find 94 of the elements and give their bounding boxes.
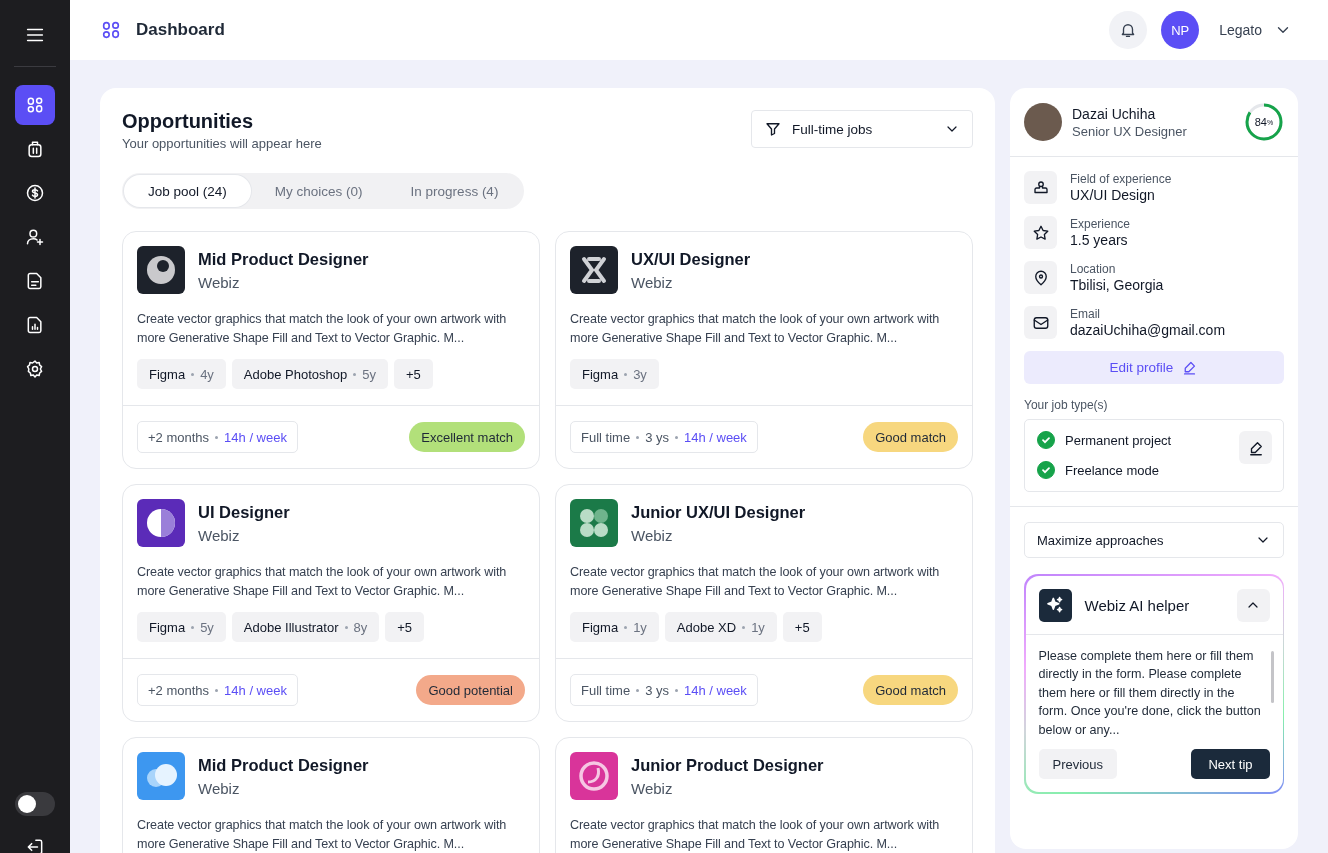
company-logo: [137, 246, 185, 294]
job-title: Mid Product Designer: [198, 250, 369, 269]
profile-role: Senior UX Designer: [1072, 123, 1187, 139]
job-card[interactable]: UX/UI Designer Webiz Create vector graphics that match the look of your own artwork with more Generative Shape Fill and Text to Vector Graphic. M... Figma 3y Full time 3 ys 14h / week Good match: [555, 231, 973, 469]
company-logo: [137, 752, 185, 800]
job-terms: +2 months 14h / week: [137, 421, 298, 453]
skill-tag: Figma 3y: [570, 359, 659, 389]
match-badge: Good match: [863, 422, 958, 452]
document-icon: [25, 271, 45, 291]
sparkles-icon: [1045, 595, 1065, 615]
dashboard-icon: [100, 19, 122, 41]
job-title: UI Designer: [198, 503, 290, 522]
collapse-button[interactable]: [1236, 588, 1270, 622]
job-terms: Full time 3 ys 14h / week: [570, 674, 758, 706]
more-skills-tag: +5: [393, 359, 433, 389]
detail-value: dazaiUchiha@gmail.com: [1070, 322, 1226, 338]
ai-tip-text: Please complete them here or fill them directly in the form. Please complete them here or fill them directly in the form. Once you're done, click the button below or any...: [1038, 647, 1262, 739]
star-icon: [1031, 223, 1050, 242]
next-tip-button[interactable]: Next tip: [1191, 749, 1270, 779]
settings-icon: [25, 359, 45, 379]
job-description: Create vector graphics that match the look of your own artwork with more Generative Shape Fill and Text to Vector Graphic. M...: [137, 311, 508, 347]
user-menu[interactable]: Legato: [1213, 20, 1298, 40]
job-card[interactable]: Mid Product Designer Webiz Create vector graphics that match the look of your own artwork with more Generative Shape Fill and Text to Vector Graphic. M...: [122, 737, 540, 853]
job-description: Create vector graphics that match the look of your own artwork with more Generative Shape Fill and Text to Vector Graphic. M...: [137, 564, 508, 600]
previous-button[interactable]: Previous: [1038, 749, 1118, 779]
job-title: Junior Product Designer: [631, 756, 824, 775]
detail-label: Field of experience: [1070, 172, 1172, 186]
job-card[interactable]: [122, 231, 540, 469]
more-skills-tag: +5: [782, 612, 822, 642]
detail-value: Tbilisi, Georgia: [1070, 277, 1164, 293]
skill-tag: Figma 5y: [137, 612, 226, 642]
job-card[interactable]: [555, 484, 973, 722]
skill-tag: Figma 4y: [137, 359, 226, 389]
job-type-label: Freelance mode: [1065, 462, 1159, 478]
page-title: Dashboard: [136, 20, 225, 40]
job-title: Mid Product Designer: [198, 756, 369, 775]
job-type-label: Permanent project: [1065, 432, 1172, 448]
notifications-button[interactable]: [1109, 11, 1148, 49]
user-plus-icon: [25, 227, 45, 247]
company-name: Webiz: [198, 274, 241, 291]
skill-tag: Adobe Photoshop 5y: [231, 359, 388, 389]
job-filter-dropdown[interactable]: Full-time jobs: [751, 110, 973, 148]
job-card[interactable]: Junior Product Designer Webiz Create vector graphics that match the look of your own artwork with more Generative Shape Fill and Text to Vector Graphic. M...: [555, 737, 973, 853]
detail-label: Experience: [1070, 217, 1131, 231]
job-card[interactable]: [122, 484, 540, 722]
skill-tag: Figma 1y: [570, 612, 659, 642]
company-name: Webiz: [631, 780, 674, 797]
report-icon: [25, 315, 45, 335]
section-subtitle: Your opportunities will appear here: [122, 136, 322, 151]
tab[interactable]: My choices (0): [250, 175, 387, 207]
toggle-switch[interactable]: [15, 792, 55, 816]
approach-dropdown[interactable]: Maximize approaches: [1024, 522, 1284, 558]
detail-label: Location: [1070, 262, 1117, 276]
match-badge: Good potential: [416, 675, 525, 705]
skill-tag: Adobe Illustrator 8y: [231, 612, 380, 642]
company-name: Webiz: [631, 527, 674, 544]
company-logo: [570, 499, 618, 547]
tab[interactable]: In progress (4): [386, 175, 523, 207]
logout-icon: [25, 837, 45, 853]
company-logo: [570, 752, 618, 800]
detail-value: UX/UI Design: [1070, 187, 1156, 203]
job-title: Junior UX/UI Designer: [631, 503, 806, 522]
skill-tag: Adobe XD 1y: [664, 612, 777, 642]
dashboard-icon: [25, 95, 45, 115]
job-terms: Full time 3 ys 14h / week: [570, 421, 758, 453]
job-description: Create vector graphics that match the look of your own artwork with more Generative Shape Fill and Text to Vector Graphic. M...: [570, 564, 941, 600]
edit-profile-button[interactable]: Edit profile: [1024, 351, 1284, 384]
user-avatar[interactable]: NP: [1161, 11, 1200, 49]
edit-job-types-button[interactable]: [1239, 431, 1272, 464]
company-logo: [137, 499, 185, 547]
job-terms: +2 months 14h / week: [137, 674, 298, 706]
match-badge: Good match: [863, 675, 958, 705]
company-name: Webiz: [198, 527, 241, 544]
tab[interactable]: Job pool (24): [124, 175, 251, 207]
job-description: Create vector graphics that match the look of your own artwork with more Generative Shape Fill and Text to Vector Graphic. M...: [570, 311, 941, 347]
job-description: Create vector graphics that match the look of your own artwork with more Generative Shape Fill and Text to Vector Graphic. M...: [570, 817, 941, 853]
job-title: UX/UI Designer: [631, 250, 751, 269]
company-name: Webiz: [631, 274, 674, 291]
profile-photo-placeholder: [1024, 103, 1062, 141]
section-title: Opportunities: [122, 110, 255, 133]
job-description: Create vector graphics that match the look of your own artwork with more Generative Shape Fill and Text to Vector Graphic. M...: [137, 817, 508, 853]
more-skills-tag: +5: [385, 612, 425, 642]
company-logo: [570, 246, 618, 294]
suitcase-icon: [25, 139, 45, 159]
filter-icon: [764, 120, 782, 138]
match-badge: Excellent match: [409, 422, 525, 452]
ai-helper-title: Webiz AI helper: [1084, 596, 1191, 614]
job-types-label: Your job type(s): [1024, 398, 1109, 412]
company-name: Webiz: [198, 780, 241, 797]
dollar-icon: [25, 183, 45, 203]
detail-value: 1.5 years: [1070, 232, 1129, 248]
detail-label: Email: [1070, 307, 1101, 321]
sidebar-item[interactable]: [15, 85, 55, 125]
profile-name: Dazai Uchiha: [1072, 105, 1157, 122]
